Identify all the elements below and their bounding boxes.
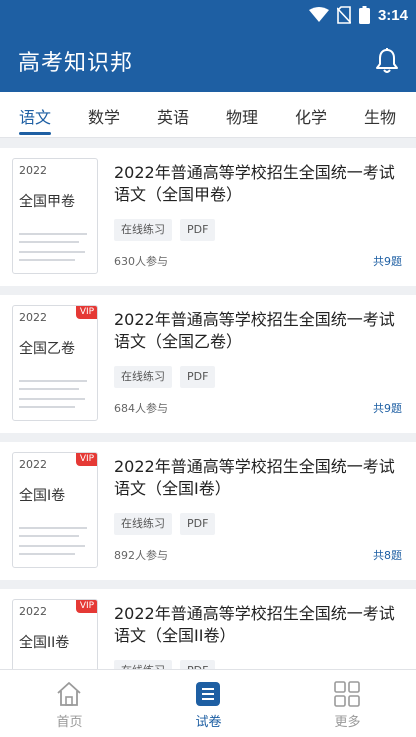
battery-icon [358,6,370,24]
thumbnail-line [19,398,85,400]
thumbnail-line [19,259,75,261]
paper-thumbnail: 2022 VIP 全国II卷 [12,599,98,669]
thumbnail-paper-name: 全国I卷 [19,488,66,504]
tab-english[interactable]: 英语 [157,104,189,128]
paper-card[interactable]: 2022 VIP 全国I卷 2022年普通高等学校招生全国统一考试语文（全国I卷… [0,442,416,580]
paper-title: 2022年普通高等学校招生全国统一考试语文（全国I卷） [114,457,395,498]
paper-list-icon [196,682,220,706]
thumbnail-paper-name: 全国乙卷 [19,341,75,357]
thumbnail-line [19,406,75,408]
no-sim-icon [336,6,351,24]
thumbnail-line [19,380,87,382]
participant-count: 630人参与 [114,255,168,268]
tag-pdf: PDF [180,366,216,388]
thumbnail-line [19,251,85,253]
paper-thumbnail: 2022 VIP 全国I卷 [12,452,98,568]
wifi-icon [308,7,329,22]
question-count: 共8题 [373,549,402,562]
thumbnail-line [19,388,79,390]
thumbnail-line [19,553,75,555]
tab-biology[interactable]: 生物 [364,104,396,128]
paper-title: 2022年普通高等学校招生全国统一考试语文（全国甲卷） [114,163,395,204]
nav-home[interactable]: 首页 [0,670,139,737]
tag-pdf: PDF [180,513,216,535]
tab-chinese[interactable]: 语文 [19,104,51,128]
active-tab-indicator [19,132,51,135]
status-icons: 3:14 [308,5,408,25]
tab-physics[interactable]: 物理 [226,104,258,128]
paper-card[interactable]: 2022 VIP 全国II卷 2022年普通高等学校招生全国统一考试语文（全国I… [0,589,416,669]
nav-papers-label: 试卷 [195,715,222,730]
thumbnail-paper-name: 全国甲卷 [19,194,75,210]
status-bar: 3:14 [0,0,416,30]
vip-badge: VIP [76,306,97,319]
status-time: 3:14 [377,6,408,24]
vip-badge: VIP [76,600,97,613]
thumbnail-line [19,535,79,537]
thumbnail-line [19,233,87,235]
question-count: 共9题 [373,255,402,268]
home-icon [57,682,81,706]
paper-list: 2022 全国甲卷 2022年普通高等学校招生全国统一考试语文（全国甲卷） 在线… [0,148,416,669]
bottom-navigation: 首页 试卷 更多 [0,669,416,737]
tag-online-practice: 在线练习 [114,513,172,535]
nav-papers[interactable]: 试卷 [139,670,278,737]
nav-more[interactable]: 更多 [278,670,416,737]
paper-card[interactable]: 2022 VIP 全国乙卷 2022年普通高等学校招生全国统一考试语文（全国乙卷… [0,295,416,433]
tag-online-practice: 在线练习 [114,219,172,241]
paper-title: 2022年普通高等学校招生全国统一考试语文（全国乙卷） [114,310,395,351]
nav-more-label: 更多 [334,715,361,730]
thumbnail-year: 2022 [19,605,47,618]
tag-online-practice: 在线练习 [114,660,172,669]
tab-chemistry[interactable]: 化学 [295,104,327,128]
paper-thumbnail: 2022 全国甲卷 [12,158,98,274]
thumbnail-line [19,527,87,529]
app-title: 高考知识邦 [18,51,134,76]
paper-card[interactable]: 2022 全国甲卷 2022年普通高等学校招生全国统一考试语文（全国甲卷） 在线… [0,148,416,286]
participant-count: 892人参与 [114,549,168,562]
app-bar: 高考知识邦 [0,30,416,92]
paper-title: 2022年普通高等学校招生全国统一考试语文（全国II卷） [114,604,395,645]
thumbnail-line [19,241,79,243]
thumbnail-line [19,545,85,547]
participant-count: 684人参与 [114,402,168,415]
thumbnail-year: 2022 [19,311,47,324]
nav-home-label: 首页 [56,715,83,730]
vip-badge: VIP [76,453,97,466]
tab-math[interactable]: 数学 [88,104,120,128]
thumbnail-paper-name: 全国II卷 [19,635,70,651]
tag-pdf: PDF [180,660,216,669]
grid-icon [334,681,360,707]
tag-pdf: PDF [180,219,216,241]
subject-tabs: 语文 数学 英语 物理 化学 生物 [0,92,416,138]
paper-thumbnail: 2022 VIP 全国乙卷 [12,305,98,421]
tag-online-practice: 在线练习 [114,366,172,388]
notification-bell-icon[interactable] [374,47,400,75]
question-count: 共9题 [373,402,402,415]
thumbnail-year: 2022 [19,458,47,471]
thumbnail-year: 2022 [19,164,47,177]
